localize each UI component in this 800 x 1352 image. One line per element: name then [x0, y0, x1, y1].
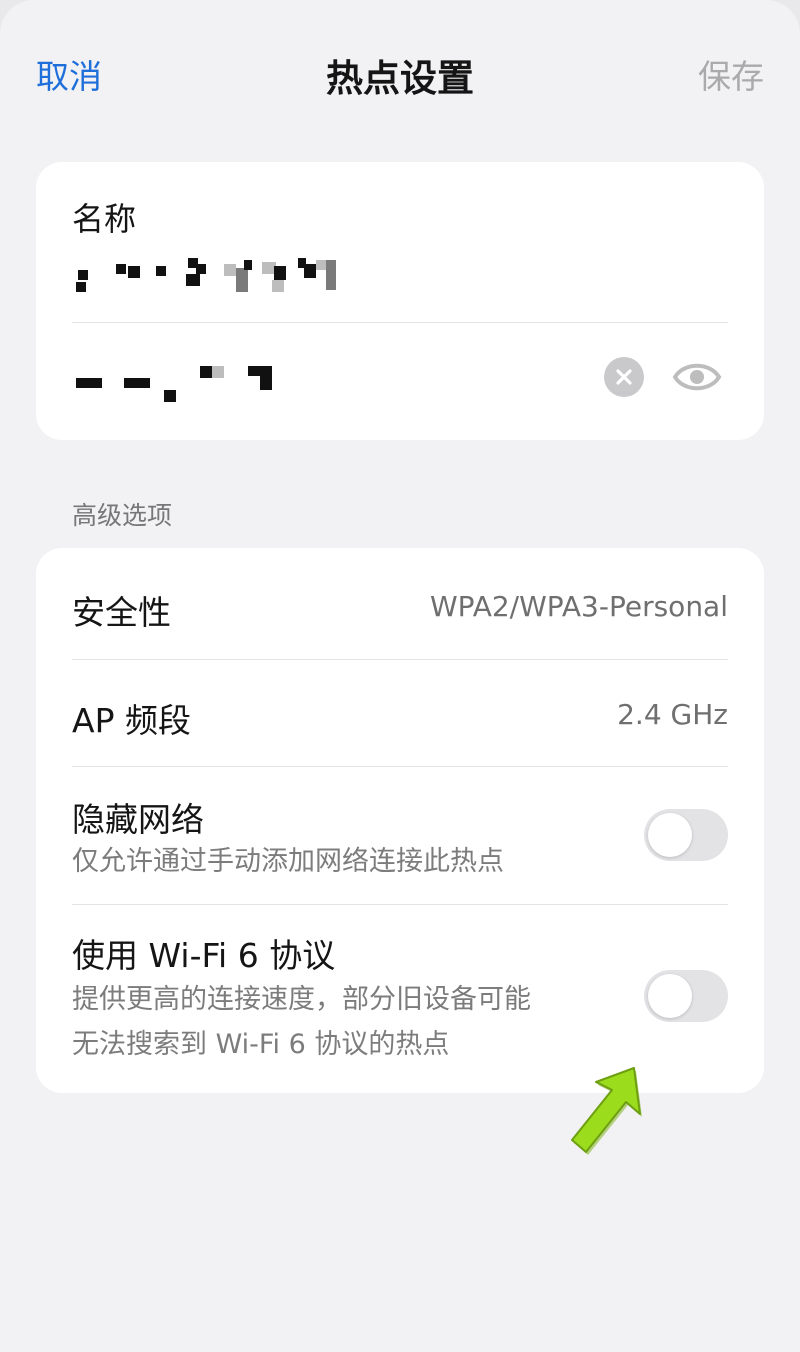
hide-network-toggle[interactable]: [644, 809, 728, 861]
hotspot-settings-sheet: 取消 热点设置 保存 名称 高级选项 安全性 WPA2/WPA3-Persona…: [0, 0, 800, 1352]
advanced-options-header: 高级选项: [72, 501, 173, 530]
hide-network-label: 隐藏网络: [72, 800, 204, 839]
toggle-knob: [648, 813, 692, 857]
ap-band-row[interactable]: AP 频段 2.4 GHz: [36, 660, 764, 766]
wifi6-description-line2: 无法搜索到 Wi-Fi 6 协议的热点: [72, 1029, 450, 1060]
wifi6-label: 使用 Wi-Fi 6 协议: [72, 936, 336, 975]
navigation-bar: 取消 热点设置 保存: [0, 40, 800, 104]
hide-network-description: 仅允许通过手动添加网络连接此热点: [72, 846, 504, 877]
eye-icon[interactable]: [672, 358, 722, 396]
save-button[interactable]: 保存: [698, 50, 764, 98]
ap-band-value: 2.4 GHz: [617, 698, 728, 731]
security-row[interactable]: 安全性 WPA2/WPA3-Personal: [36, 548, 764, 659]
security-value: WPA2/WPA3-Personal: [429, 590, 728, 623]
password-input[interactable]: [72, 358, 572, 404]
toggle-knob: [648, 974, 692, 1018]
wifi6-description-line1: 提供更高的连接速度，部分旧设备可能: [72, 984, 531, 1015]
field-divider: [72, 322, 728, 323]
wifi6-toggle[interactable]: [644, 970, 728, 1022]
wifi6-row: 使用 Wi-Fi 6 协议 提供更高的连接速度，部分旧设备可能 无法搜索到 Wi…: [36, 905, 764, 1093]
page-title: 热点设置: [326, 57, 474, 100]
name-input[interactable]: [72, 254, 732, 298]
clear-icon[interactable]: [604, 357, 644, 397]
hotspot-credentials-card: 名称: [36, 162, 764, 440]
security-label: 安全性: [72, 593, 171, 632]
advanced-options-card: 安全性 WPA2/WPA3-Personal AP 频段 2.4 GHz 隐藏网…: [36, 548, 764, 1093]
annotation-arrow-icon: [571, 1067, 642, 1155]
name-label: 名称: [72, 200, 137, 238]
ap-band-label: AP 频段: [72, 701, 191, 740]
hide-network-row: 隐藏网络 仅允许通过手动添加网络连接此热点: [36, 767, 764, 903]
